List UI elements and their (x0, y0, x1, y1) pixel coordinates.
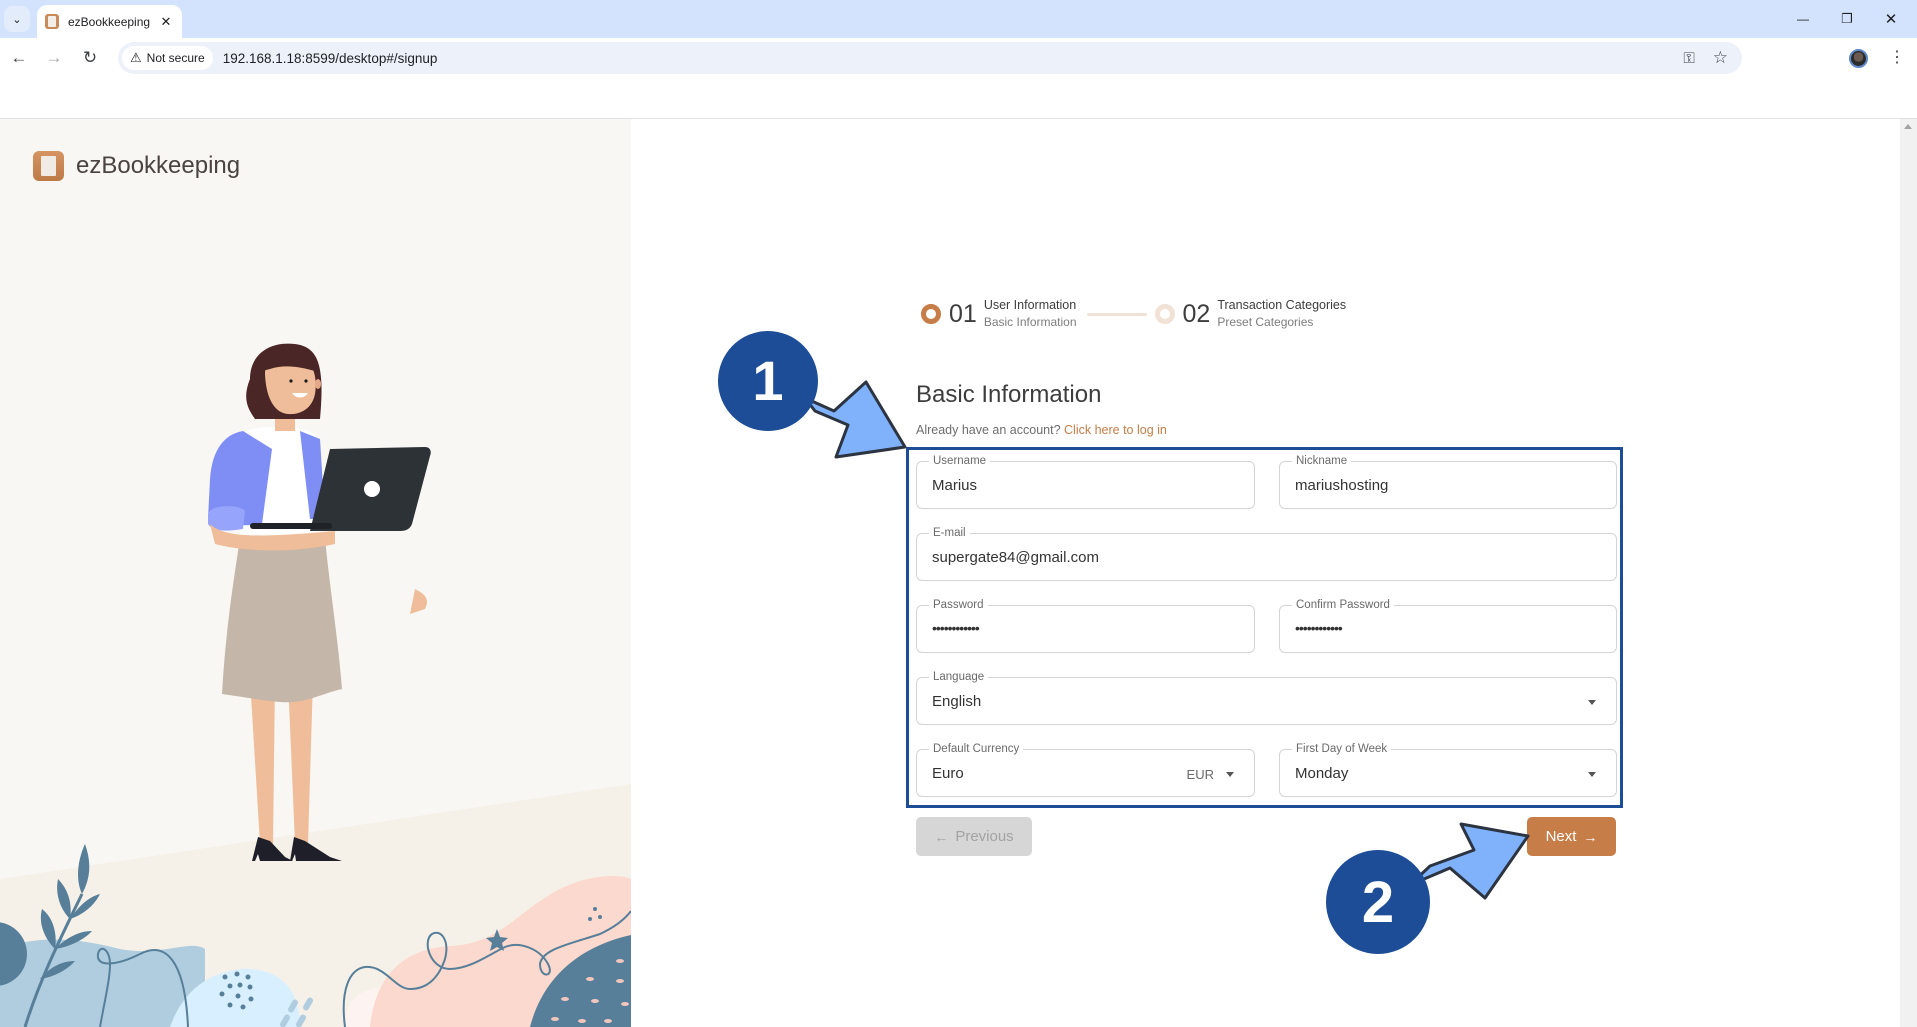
arrow-left-icon: ← (10, 48, 28, 67)
step-title: Transaction Categories (1217, 298, 1347, 312)
step-indicator-active-icon (921, 304, 941, 324)
language-value: English (932, 693, 982, 710)
previous-button[interactable]: ← Previous (916, 817, 1032, 856)
step-indicator-inactive-icon (1154, 304, 1175, 324)
arrow-right-icon: → (1583, 828, 1598, 845)
password-label: Password (929, 598, 988, 612)
signup-illustration (0, 343, 631, 1027)
kebab-menu-icon[interactable]: ⋮ (1889, 47, 1905, 69)
signup-stepper: 01 User Information Basic Information 02… (921, 297, 1346, 331)
step-connector (1086, 312, 1147, 316)
security-label: Not secure (146, 51, 205, 65)
security-chip[interactable]: ⚠ Not secure (122, 46, 213, 70)
close-window-button[interactable]: ✕ (1869, 6, 1913, 32)
forward-button[interactable]: → (40, 44, 68, 72)
first-day-of-week-label: First Day of Week (1292, 742, 1392, 756)
url-text[interactable]: 192.168.1.18:8599/desktop#/signup (223, 51, 438, 66)
next-label: Next (1545, 828, 1577, 845)
restore-button[interactable]: ❐ (1825, 6, 1869, 32)
login-prompt: Already have an account? Click here to l… (916, 423, 1167, 437)
star-icon[interactable]: ☆ (1713, 48, 1728, 68)
username-label: Username (929, 454, 991, 468)
language-select[interactable]: Language English (916, 670, 1617, 725)
default-currency-select[interactable]: Default Currency Euro EUR (916, 742, 1255, 797)
restore-icon: ❐ (1841, 11, 1853, 26)
reload-button[interactable]: ↻ (76, 44, 104, 72)
username-input[interactable]: Marius (932, 477, 977, 494)
annotation-marker-2-label: 2 (1362, 870, 1394, 935)
step-subtitle: Preset Categories (1217, 315, 1314, 329)
arrow-right-icon: → (45, 48, 63, 67)
address-bar[interactable]: ⚠ Not secure 192.168.1.18:8599/desktop#/… (118, 42, 1742, 74)
step-transaction-categories[interactable]: 02 Transaction Categories Preset Categor… (1154, 297, 1347, 331)
annotation-marker-1 (718, 331, 818, 431)
currency-code: EUR (1186, 767, 1214, 782)
chevron-down-icon (1588, 772, 1596, 777)
confirm-password-label: Confirm Password (1292, 598, 1394, 612)
nickname-field[interactable]: Nickname mariushosting (1279, 454, 1617, 509)
warning-triangle-icon: ⚠ (130, 50, 142, 65)
login-prompt-text: Already have an account? (916, 423, 1061, 437)
chevron-down-icon (1588, 700, 1596, 705)
scroll-up-arrow-icon[interactable] (1904, 124, 1912, 129)
chevron-down-icon (1226, 772, 1234, 777)
scrollbar[interactable] (1900, 119, 1917, 1027)
first-day-of-week-value: Monday (1295, 765, 1349, 782)
arrow-left-icon: ← (934, 828, 949, 845)
nickname-label: Nickname (1292, 454, 1352, 468)
annotation-marker-1-label: 1 (752, 349, 783, 412)
password-input[interactable]: •••••••••••• (932, 620, 980, 636)
step-number: 01 (949, 299, 977, 328)
close-icon: ✕ (1884, 11, 1898, 28)
nickname-input[interactable]: mariushosting (1295, 477, 1388, 494)
annotation-arrow-2 (1408, 822, 1530, 900)
annotation-marker-2 (1326, 850, 1430, 954)
password-field[interactable]: Password •••••••••••• (916, 598, 1255, 653)
app-favicon-icon (45, 14, 59, 29)
default-currency-value: Euro (932, 765, 964, 782)
minimize-icon: — (1797, 12, 1809, 26)
tab-search-button[interactable]: ⌄ (4, 6, 30, 32)
browser-tab[interactable]: ezBookkeeping ✕ (37, 5, 182, 38)
illustration-panel: ezBookkeeping (0, 119, 631, 1027)
confirm-password-field[interactable]: Confirm Password •••••••••••• (1279, 598, 1617, 653)
annotation-arrow-1 (803, 380, 907, 459)
previous-label: Previous (955, 828, 1014, 845)
close-icon[interactable]: ✕ (158, 14, 174, 30)
first-day-of-week-select[interactable]: First Day of Week Monday (1279, 742, 1617, 797)
avatar[interactable] (1849, 49, 1868, 68)
tab-title: ezBookkeeping (68, 14, 151, 29)
default-currency-label: Default Currency (929, 742, 1024, 756)
language-label: Language (929, 670, 989, 684)
username-field[interactable]: Username Marius (916, 454, 1255, 509)
step-title: User Information (983, 298, 1077, 312)
back-button[interactable]: ← (5, 44, 33, 72)
reload-icon: ↻ (82, 48, 98, 67)
chevron-down-icon: ⌄ (12, 13, 22, 26)
email-input[interactable]: supergate84@gmail.com (932, 549, 1099, 566)
browser-toolbar: ← → ↻ ⚠ Not secure 192.168.1.18:8599/des… (0, 38, 1917, 78)
step-subtitle: Basic Information (983, 315, 1077, 329)
page-title: Basic Information (916, 381, 1102, 408)
step-number: 02 (1182, 299, 1211, 328)
step-user-information[interactable]: 01 User Information Basic Information (921, 297, 1077, 331)
next-button[interactable]: Next → (1527, 817, 1616, 856)
email-label: E-mail (929, 526, 970, 540)
confirm-password-input[interactable]: •••••••••••• (1295, 620, 1343, 636)
login-link[interactable]: Click here to log in (1064, 423, 1167, 437)
email-field[interactable]: E-mail supergate84@gmail.com (916, 526, 1617, 581)
minimize-button[interactable]: — (1781, 6, 1825, 32)
key-icon[interactable]: ⚿ (1683, 50, 1694, 67)
browser-tab-bar: ⌄ ezBookkeeping ✕ — ❐ ✕ (0, 0, 1917, 38)
